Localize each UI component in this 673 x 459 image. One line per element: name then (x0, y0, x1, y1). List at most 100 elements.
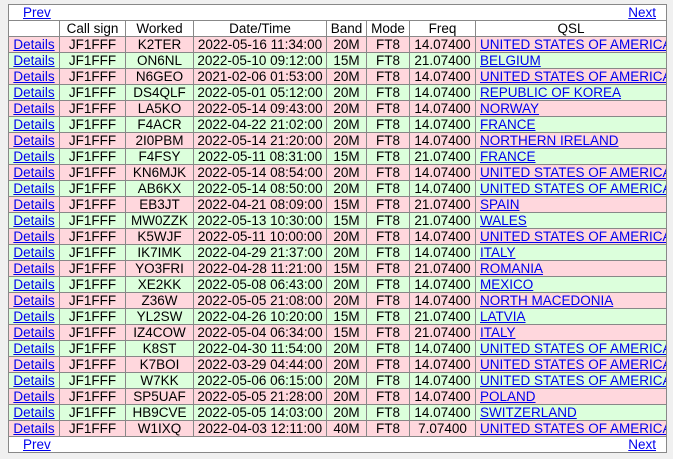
details-link[interactable]: Details (13, 134, 54, 148)
qsl-link[interactable]: UNITED STATES OF AMERICA (480, 166, 666, 180)
details-cell: Details (8, 340, 60, 357)
details-link[interactable]: Details (13, 214, 54, 228)
details-link[interactable]: Details (13, 166, 54, 180)
qsl-link[interactable]: MEXICO (480, 278, 533, 292)
qsl-link[interactable]: NORTHERN IRELAND (480, 134, 619, 148)
details-link[interactable]: Details (13, 342, 54, 356)
qsl-link[interactable]: ITALY (480, 326, 516, 340)
details-link[interactable]: Details (13, 38, 54, 52)
top-nav-cell: Prev Next (7, 4, 668, 21)
details-link[interactable]: Details (13, 150, 54, 164)
details-link[interactable]: Details (13, 70, 54, 84)
qsl-link[interactable]: LATVIA (480, 310, 526, 324)
details-link[interactable]: Details (13, 310, 54, 324)
mode-cell: FT8 (366, 36, 410, 53)
details-link[interactable]: Details (13, 278, 54, 292)
details-link[interactable]: Details (13, 294, 54, 308)
qsl-link[interactable]: ROMANIA (480, 262, 543, 276)
qsl-link[interactable]: UNITED STATES OF AMERICA (480, 342, 666, 356)
details-cell: Details (8, 372, 60, 389)
qsl-link[interactable]: UNITED STATES OF AMERICA (480, 38, 666, 52)
qsl-link[interactable]: UNITED STATES OF AMERICA (480, 422, 666, 436)
details-link[interactable]: Details (13, 390, 54, 404)
details-link[interactable]: Details (13, 246, 54, 260)
qsl-link[interactable]: POLAND (480, 390, 536, 404)
freq-cell: 14.07400 (409, 276, 476, 293)
details-link[interactable]: Details (13, 86, 54, 100)
band-cell: 20M (326, 276, 367, 293)
table-row: Details JF1FFF F4ACR 2022-04-22 21:02:00 20M… (8, 116, 668, 133)
worked-cell: N6GEO (125, 68, 194, 85)
freq-cell: 14.07400 (409, 388, 476, 405)
details-cell: Details (8, 228, 60, 245)
table-row: Details JF1FFF K2TER 2022-05-16 11:34:00 20M… (8, 36, 668, 53)
band-cell: 20M (326, 292, 367, 309)
qsl-link[interactable]: UNITED STATES OF AMERICA (480, 374, 666, 388)
details-cell: Details (8, 388, 60, 405)
details-link[interactable]: Details (13, 230, 54, 244)
details-link[interactable]: Details (13, 54, 54, 68)
next-link-top[interactable]: Next (628, 6, 656, 20)
details-link[interactable]: Details (13, 102, 54, 116)
qsl-link[interactable]: SPAIN (480, 198, 520, 212)
mode-cell: FT8 (366, 132, 410, 149)
worked-cell: KN6MJK (125, 164, 194, 181)
qsl-link[interactable]: UNITED STATES OF AMERICA (480, 182, 666, 196)
qsl-link[interactable]: UNITED STATES OF AMERICA (480, 358, 666, 372)
details-link[interactable]: Details (13, 326, 54, 340)
details-link[interactable]: Details (13, 358, 54, 372)
details-cell: Details (8, 404, 60, 421)
next-link-bottom[interactable]: Next (628, 438, 656, 452)
details-link[interactable]: Details (13, 198, 54, 212)
details-link[interactable]: Details (13, 182, 54, 196)
qsl-link[interactable]: ITALY (480, 246, 516, 260)
details-link[interactable]: Details (13, 374, 54, 388)
qsl-cell: FRANCE (474, 148, 668, 165)
freq-cell: 14.07400 (409, 404, 476, 421)
call-sign-cell: JF1FFF (59, 212, 126, 229)
table-row: Details JF1FFF F4FSY 2022-05-11 08:31:00 15M… (8, 148, 668, 165)
call-sign-cell: JF1FFF (59, 164, 126, 181)
call-sign-cell: JF1FFF (59, 228, 126, 245)
bottom-nav-cell: Prev Next (7, 436, 668, 453)
worked-cell: HB9CVE (125, 404, 194, 421)
table-row: Details JF1FFF DS4QLF 2022-05-01 05:12:00 20… (8, 84, 668, 101)
mode-cell: FT8 (366, 84, 410, 101)
date-time-cell: 2022-03-29 04:44:00 (193, 356, 327, 373)
mode-cell: FT8 (366, 212, 410, 229)
qsl-link[interactable]: SWITZERLAND (480, 406, 577, 420)
qsl-link[interactable]: FRANCE (480, 150, 536, 164)
table-row: Details JF1FFF W7KK 2022-05-06 06:15:00 20M F… (8, 372, 668, 389)
date-time-cell: 2021-02-06 01:53:00 (193, 68, 327, 85)
details-cell: Details (8, 116, 60, 133)
qsl-link[interactable]: UNITED STATES OF AMERICA (480, 230, 666, 244)
date-time-cell: 2022-04-22 21:02:00 (193, 116, 327, 133)
qsl-link[interactable]: NORTH MACEDONIA (480, 294, 613, 308)
details-cell: Details (8, 420, 60, 437)
qsl-link[interactable]: NORWAY (480, 102, 539, 116)
details-cell: Details (8, 52, 60, 69)
table-row: Details JF1FFF LA5KO 2022-05-14 09:43:00 20M… (8, 100, 668, 117)
call-sign-cell: JF1FFF (59, 388, 126, 405)
prev-link-bottom[interactable]: Prev (23, 438, 51, 452)
qsl-link[interactable]: REPUBLIC OF KOREA (480, 86, 621, 100)
prev-link-top[interactable]: Prev (23, 6, 51, 20)
qsl-link[interactable]: WALES (480, 214, 527, 228)
qsl-cell: LATVIA (474, 308, 668, 325)
details-link[interactable]: Details (13, 406, 54, 420)
call-sign-cell: JF1FFF (59, 100, 126, 117)
worked-cell: SP5UAF (125, 388, 194, 405)
qsl-cell: SWITZERLAND (474, 404, 668, 421)
qsl-link[interactable]: BELGIUM (480, 54, 541, 68)
details-link[interactable]: Details (13, 118, 54, 132)
band-cell: 20M (326, 372, 367, 389)
details-link[interactable]: Details (13, 422, 54, 436)
worked-cell: K8ST (125, 340, 194, 357)
details-link[interactable]: Details (13, 262, 54, 276)
worked-cell: YL2SW (125, 308, 194, 325)
qsl-link[interactable]: UNITED STATES OF AMERICA (480, 70, 666, 84)
date-time-cell: 2022-04-26 10:20:00 (193, 308, 327, 325)
details-cell: Details (8, 244, 60, 261)
qsl-link[interactable]: FRANCE (480, 118, 536, 132)
table-row: Details JF1FFF Z36W 2022-05-05 21:08:00 20M F… (8, 292, 668, 309)
